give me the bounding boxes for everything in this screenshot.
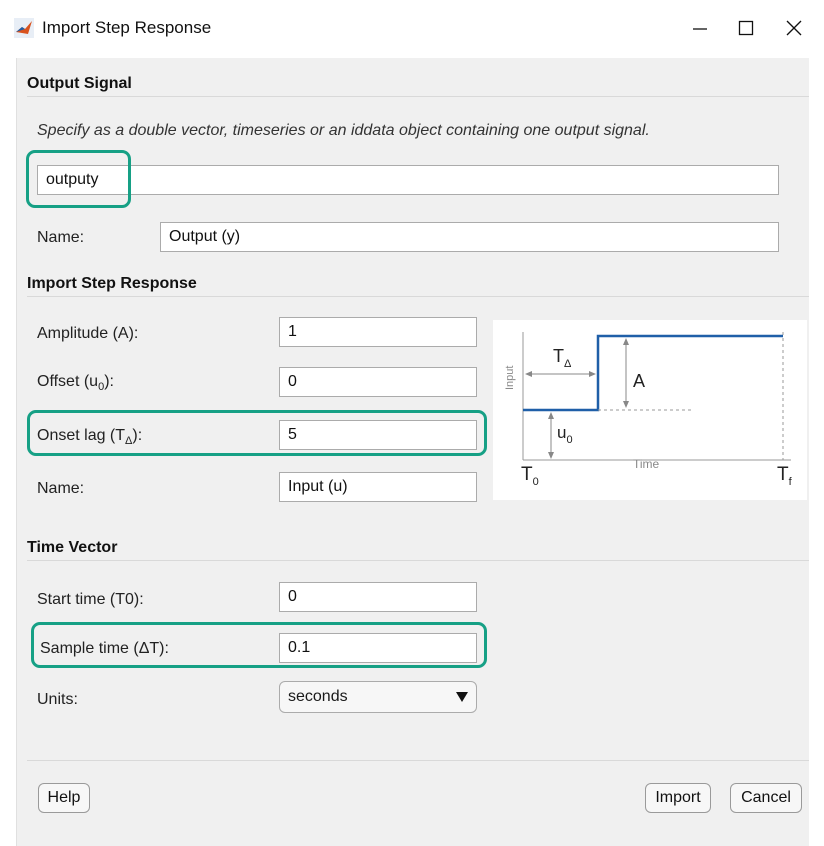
sample-time-input[interactable]	[279, 633, 477, 663]
output-signal-header: Output Signal	[27, 75, 132, 92]
output-name-input[interactable]	[160, 222, 779, 252]
close-icon	[786, 20, 802, 36]
step-response-diagram: TΔ A u0 Input Time T0 Tf	[493, 320, 807, 500]
title-bar: Import Step Response	[0, 0, 824, 58]
window-title: Import Step Response	[42, 18, 212, 37]
offset-label: Offset (u0):	[37, 373, 114, 394]
help-button[interactable]: Help	[38, 783, 90, 813]
amplitude-label: Amplitude (A):	[37, 325, 139, 342]
units-select[interactable]: seconds	[279, 681, 477, 713]
step-diagram-svg: TΔ A u0 Input Time T0 Tf	[504, 332, 793, 488]
output-name-label: Name:	[37, 229, 85, 246]
amplitude-input[interactable]	[279, 317, 477, 347]
t0-label: T0	[521, 464, 539, 488]
sample-time-label: Sample time (ΔT):	[40, 640, 169, 657]
minimize-icon	[693, 28, 707, 30]
cancel-button[interactable]: Cancel	[730, 783, 802, 813]
input-name-input[interactable]	[279, 472, 477, 502]
units-select-value: seconds	[288, 688, 348, 705]
minimize-button[interactable]	[680, 10, 720, 46]
input-name-label: Name:	[37, 480, 85, 497]
a-label: A	[633, 371, 645, 391]
divider	[27, 760, 809, 761]
output-signal-hint: Specify as a double vector, timeseries o…	[37, 122, 650, 139]
divider	[27, 560, 809, 561]
start-time-input[interactable]	[279, 582, 477, 612]
u0-label: u0	[557, 423, 573, 446]
matlab-icon	[14, 18, 34, 38]
onset-lag-input[interactable]	[279, 420, 477, 450]
close-button[interactable]	[774, 10, 814, 46]
import-button[interactable]: Import	[645, 783, 711, 813]
dialog-body: Output Signal Specify as a double vector…	[16, 58, 809, 846]
start-time-label: Start time (T0):	[37, 591, 144, 608]
output-signal-input[interactable]	[37, 165, 779, 195]
t-delta-label: TΔ	[553, 346, 572, 370]
onset-lag-label: Onset lag (TΔ):	[37, 427, 143, 448]
step-response-header: Import Step Response	[27, 275, 197, 292]
tf-label: Tf	[777, 464, 793, 488]
dropdown-arrow-icon	[456, 692, 468, 702]
divider	[27, 96, 809, 97]
maximize-icon	[738, 20, 754, 36]
units-label: Units:	[37, 691, 78, 708]
time-axis-label: Time	[633, 457, 660, 471]
offset-input[interactable]	[279, 367, 477, 397]
divider	[27, 296, 809, 297]
input-axis-label: Input	[504, 366, 516, 390]
maximize-button[interactable]	[726, 10, 766, 46]
time-vector-header: Time Vector	[27, 539, 118, 556]
